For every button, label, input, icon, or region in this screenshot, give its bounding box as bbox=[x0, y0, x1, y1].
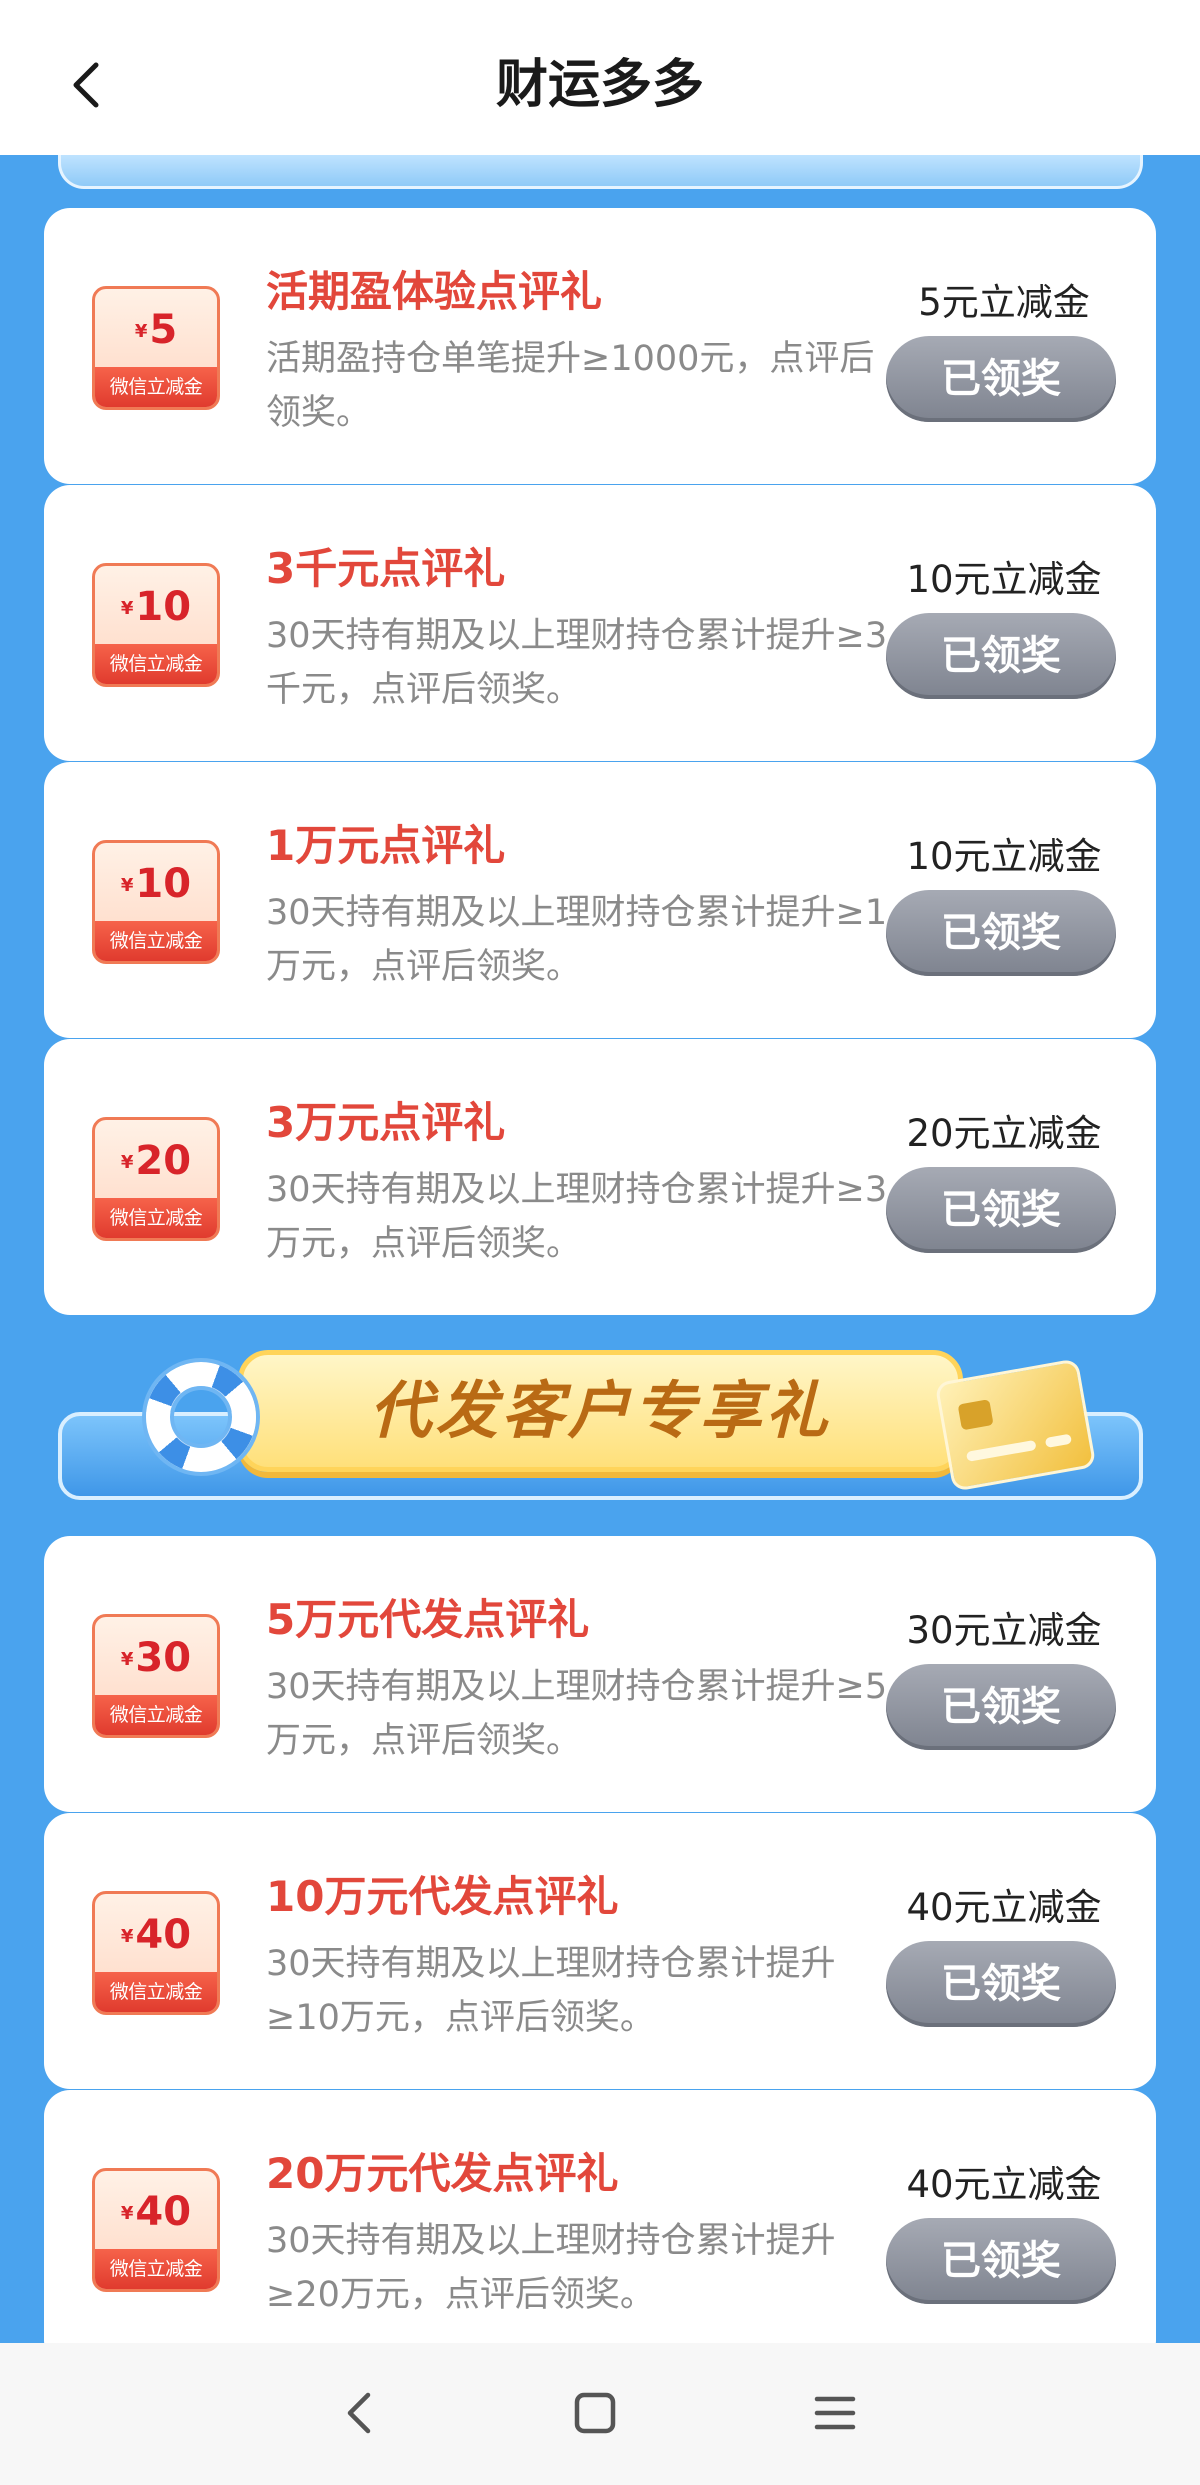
coupon-label: 微信立减金 bbox=[95, 1695, 217, 1735]
coupon-label: 微信立减金 bbox=[95, 367, 217, 407]
currency-symbol: ¥ bbox=[134, 321, 148, 342]
reward-description: 30天持有期及以上理财持仓累计提升≥5万元，点评后领奖。 bbox=[266, 1667, 888, 1761]
coupon-label: 微信立减金 bbox=[95, 921, 217, 961]
menu-icon bbox=[814, 2396, 856, 2430]
banner-edge bbox=[58, 155, 1143, 189]
reward-card: ¥10 微信立减金 3千元点评礼 30天持有期及以上理财持仓累计提升≥3千元，点… bbox=[44, 485, 1156, 761]
claimed-button[interactable]: 已领奖 bbox=[886, 890, 1116, 976]
reward-description: 30天持有期及以上理财持仓累计提升≥3千元，点评后领奖。 bbox=[266, 616, 888, 710]
coupon-label: 微信立减金 bbox=[95, 2249, 217, 2289]
nav-menu-button[interactable] bbox=[805, 2383, 865, 2443]
coupon-amount: 30 bbox=[135, 1635, 192, 1681]
coupon-amount: 10 bbox=[135, 584, 192, 630]
claimed-button[interactable]: 已领奖 bbox=[886, 613, 1116, 699]
reward-title: 10万元代发点评礼 bbox=[266, 1872, 619, 1921]
system-navbar bbox=[0, 2343, 1200, 2485]
claimed-button[interactable]: 已领奖 bbox=[886, 336, 1116, 422]
reward-amount: 20元立减金 bbox=[906, 1112, 1102, 1155]
coupon-label: 微信立减金 bbox=[95, 644, 217, 684]
coupon-label: 微信立减金 bbox=[95, 1972, 217, 2012]
claimed-button[interactable]: 已领奖 bbox=[886, 1664, 1116, 1750]
reward-title: 1万元点评礼 bbox=[266, 821, 506, 870]
back-icon bbox=[347, 2392, 371, 2434]
reward-description: 30天持有期及以上理财持仓累计提升≥3万元，点评后领奖。 bbox=[266, 1170, 888, 1264]
page-title: 财运多多 bbox=[495, 55, 704, 115]
reward-description: 活期盈持仓单笔提升≥1000元，点评后领奖。 bbox=[266, 339, 875, 433]
coupon-badge: ¥5 微信立减金 bbox=[92, 286, 220, 410]
section-banner: 代发客户专享礼 bbox=[58, 1350, 1143, 1510]
reward-title: 3千元点评礼 bbox=[266, 544, 506, 593]
coupon-badge: ¥30 微信立减金 bbox=[92, 1614, 220, 1738]
reward-card: ¥30 微信立减金 5万元代发点评礼 30天持有期及以上理财持仓累计提升≥5万元… bbox=[44, 1536, 1156, 1812]
reward-title: 20万元代发点评礼 bbox=[266, 2149, 619, 2198]
claimed-button[interactable]: 已领奖 bbox=[886, 1167, 1116, 1253]
coupon-amount: 10 bbox=[135, 861, 192, 907]
reward-amount: 40元立减金 bbox=[906, 1886, 1102, 1929]
reward-amount: 5元立减金 bbox=[918, 281, 1090, 324]
coupon-badge: ¥40 微信立减金 bbox=[92, 2168, 220, 2292]
reward-amount: 10元立减金 bbox=[906, 835, 1102, 878]
reward-description: 30天持有期及以上理财持仓累计提升≥20万元，点评后领奖。 bbox=[266, 2221, 836, 2315]
coupon-badge: ¥10 微信立减金 bbox=[92, 563, 220, 687]
reward-amount: 30元立减金 bbox=[906, 1609, 1102, 1652]
coupon-label: 微信立减金 bbox=[95, 1198, 217, 1238]
currency-symbol: ¥ bbox=[120, 1152, 134, 1173]
reward-card: ¥40 微信立减金 10万元代发点评礼 30天持有期及以上理财持仓累计提升≥10… bbox=[44, 1813, 1156, 2089]
reward-title: 活期盈体验点评礼 bbox=[266, 267, 603, 316]
coupon-amount: 5 bbox=[149, 307, 178, 353]
banner-title: 代发客户专享礼 bbox=[369, 1374, 832, 1447]
reward-card: ¥10 微信立减金 1万元点评礼 30天持有期及以上理财持仓累计提升≥1万元，点… bbox=[44, 762, 1156, 1038]
nav-home-button[interactable] bbox=[565, 2383, 625, 2443]
claimed-button[interactable]: 已领奖 bbox=[886, 1941, 1116, 2027]
top-header: 财运多多 bbox=[0, 0, 1200, 155]
coupon-amount: 40 bbox=[135, 1912, 192, 1958]
home-square-icon bbox=[574, 2392, 616, 2434]
nav-back-button[interactable] bbox=[330, 2383, 390, 2443]
reward-description: 30天持有期及以上理财持仓累计提升≥1万元，点评后领奖。 bbox=[266, 893, 888, 987]
reward-card: ¥20 微信立减金 3万元点评礼 30天持有期及以上理财持仓累计提升≥3万元，点… bbox=[44, 1039, 1156, 1315]
chevron-left-icon bbox=[73, 62, 99, 108]
currency-symbol: ¥ bbox=[120, 598, 134, 619]
rewards-list[interactable]: ¥5 微信立减金 活期盈体验点评礼 活期盈持仓单笔提升≥1000元，点评后领奖。… bbox=[0, 155, 1200, 2343]
reward-description: 30天持有期及以上理财持仓累计提升≥10万元，点评后领奖。 bbox=[266, 1944, 836, 2038]
coupon-amount: 40 bbox=[135, 2189, 192, 2235]
coupon-amount: 20 bbox=[135, 1138, 192, 1184]
coupon-badge: ¥20 微信立减金 bbox=[92, 1117, 220, 1241]
reward-amount: 40元立减金 bbox=[906, 2163, 1102, 2206]
coupon-badge: ¥10 微信立减金 bbox=[92, 840, 220, 964]
claimed-button[interactable]: 已领奖 bbox=[886, 2218, 1116, 2304]
currency-symbol: ¥ bbox=[120, 2203, 134, 2224]
life-ring-icon bbox=[146, 1362, 256, 1472]
back-button[interactable] bbox=[58, 55, 118, 115]
reward-card: ¥5 微信立减金 活期盈体验点评礼 活期盈持仓单笔提升≥1000元，点评后领奖。… bbox=[44, 208, 1156, 484]
currency-symbol: ¥ bbox=[120, 1926, 134, 1947]
currency-symbol: ¥ bbox=[120, 1649, 134, 1670]
reward-card: ¥40 微信立减金 20万元代发点评礼 30天持有期及以上理财持仓累计提升≥20… bbox=[44, 2090, 1156, 2343]
reward-title: 3万元点评礼 bbox=[266, 1098, 506, 1147]
currency-symbol: ¥ bbox=[120, 875, 134, 896]
reward-title: 5万元代发点评礼 bbox=[266, 1595, 590, 1644]
coupon-badge: ¥40 微信立减金 bbox=[92, 1891, 220, 2015]
reward-amount: 10元立减金 bbox=[906, 558, 1102, 601]
